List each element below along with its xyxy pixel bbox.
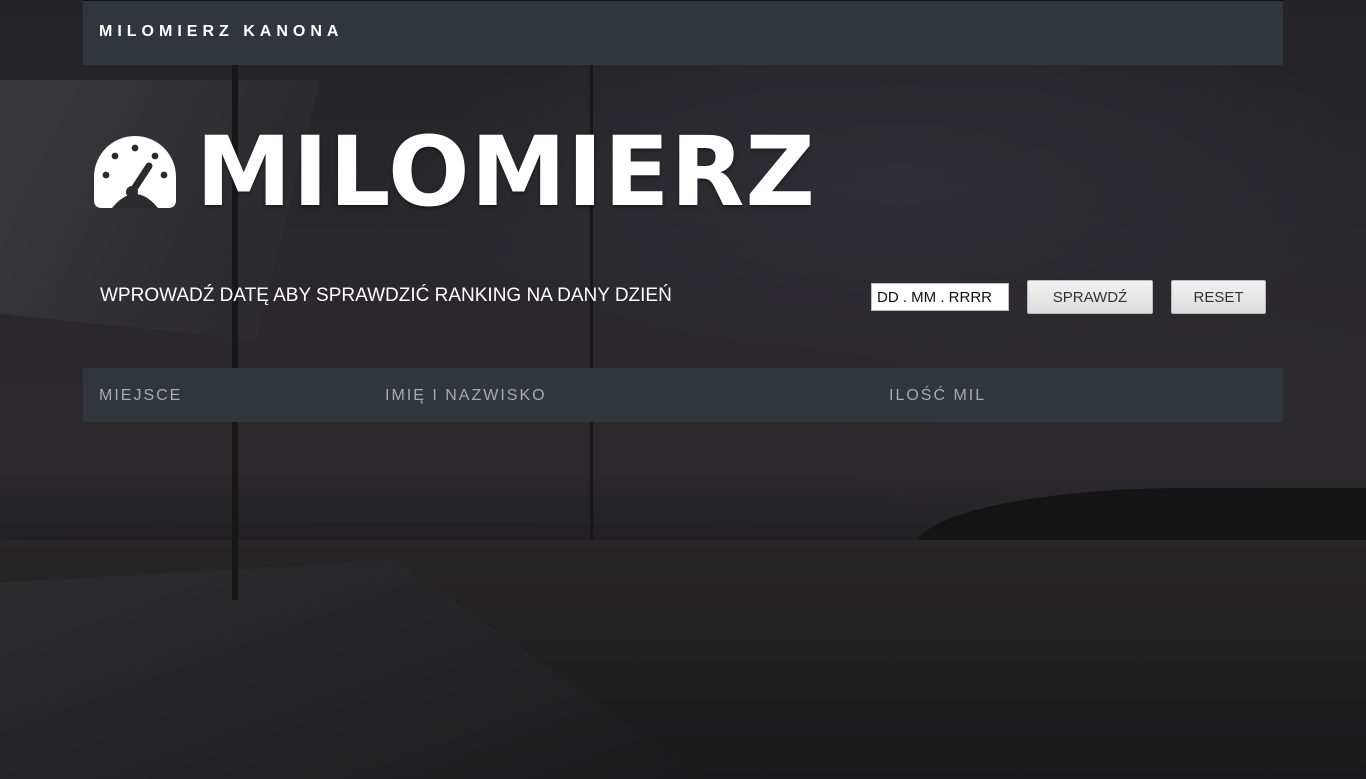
column-header-place: MIEJSCE xyxy=(99,387,183,404)
ranking-table-header: MIEJSCE IMIĘ I NAZWISKO ILOŚĆ MIL xyxy=(83,368,1283,422)
date-prompt-text: WPROWADŹ DATĘ ABY SPRAWDZIĆ RANKING NA D… xyxy=(100,285,672,306)
reset-button[interactable]: RESET xyxy=(1171,280,1266,314)
check-button[interactable]: SPRAWDŹ xyxy=(1027,280,1153,314)
column-header-name: IMIĘ I NAZWISKO xyxy=(385,387,547,404)
top-navbar: MILOMIERZ KANONA xyxy=(83,0,1283,65)
date-input[interactable] xyxy=(871,283,1009,311)
navbar-brand[interactable]: MILOMIERZ KANONA xyxy=(99,23,343,41)
column-header-miles: ILOŚĆ MIL xyxy=(889,387,987,404)
page-title: MILOMIERZ xyxy=(196,116,816,228)
hero-heading: MILOMIERZ xyxy=(92,122,816,222)
gauge-icon xyxy=(94,136,176,208)
